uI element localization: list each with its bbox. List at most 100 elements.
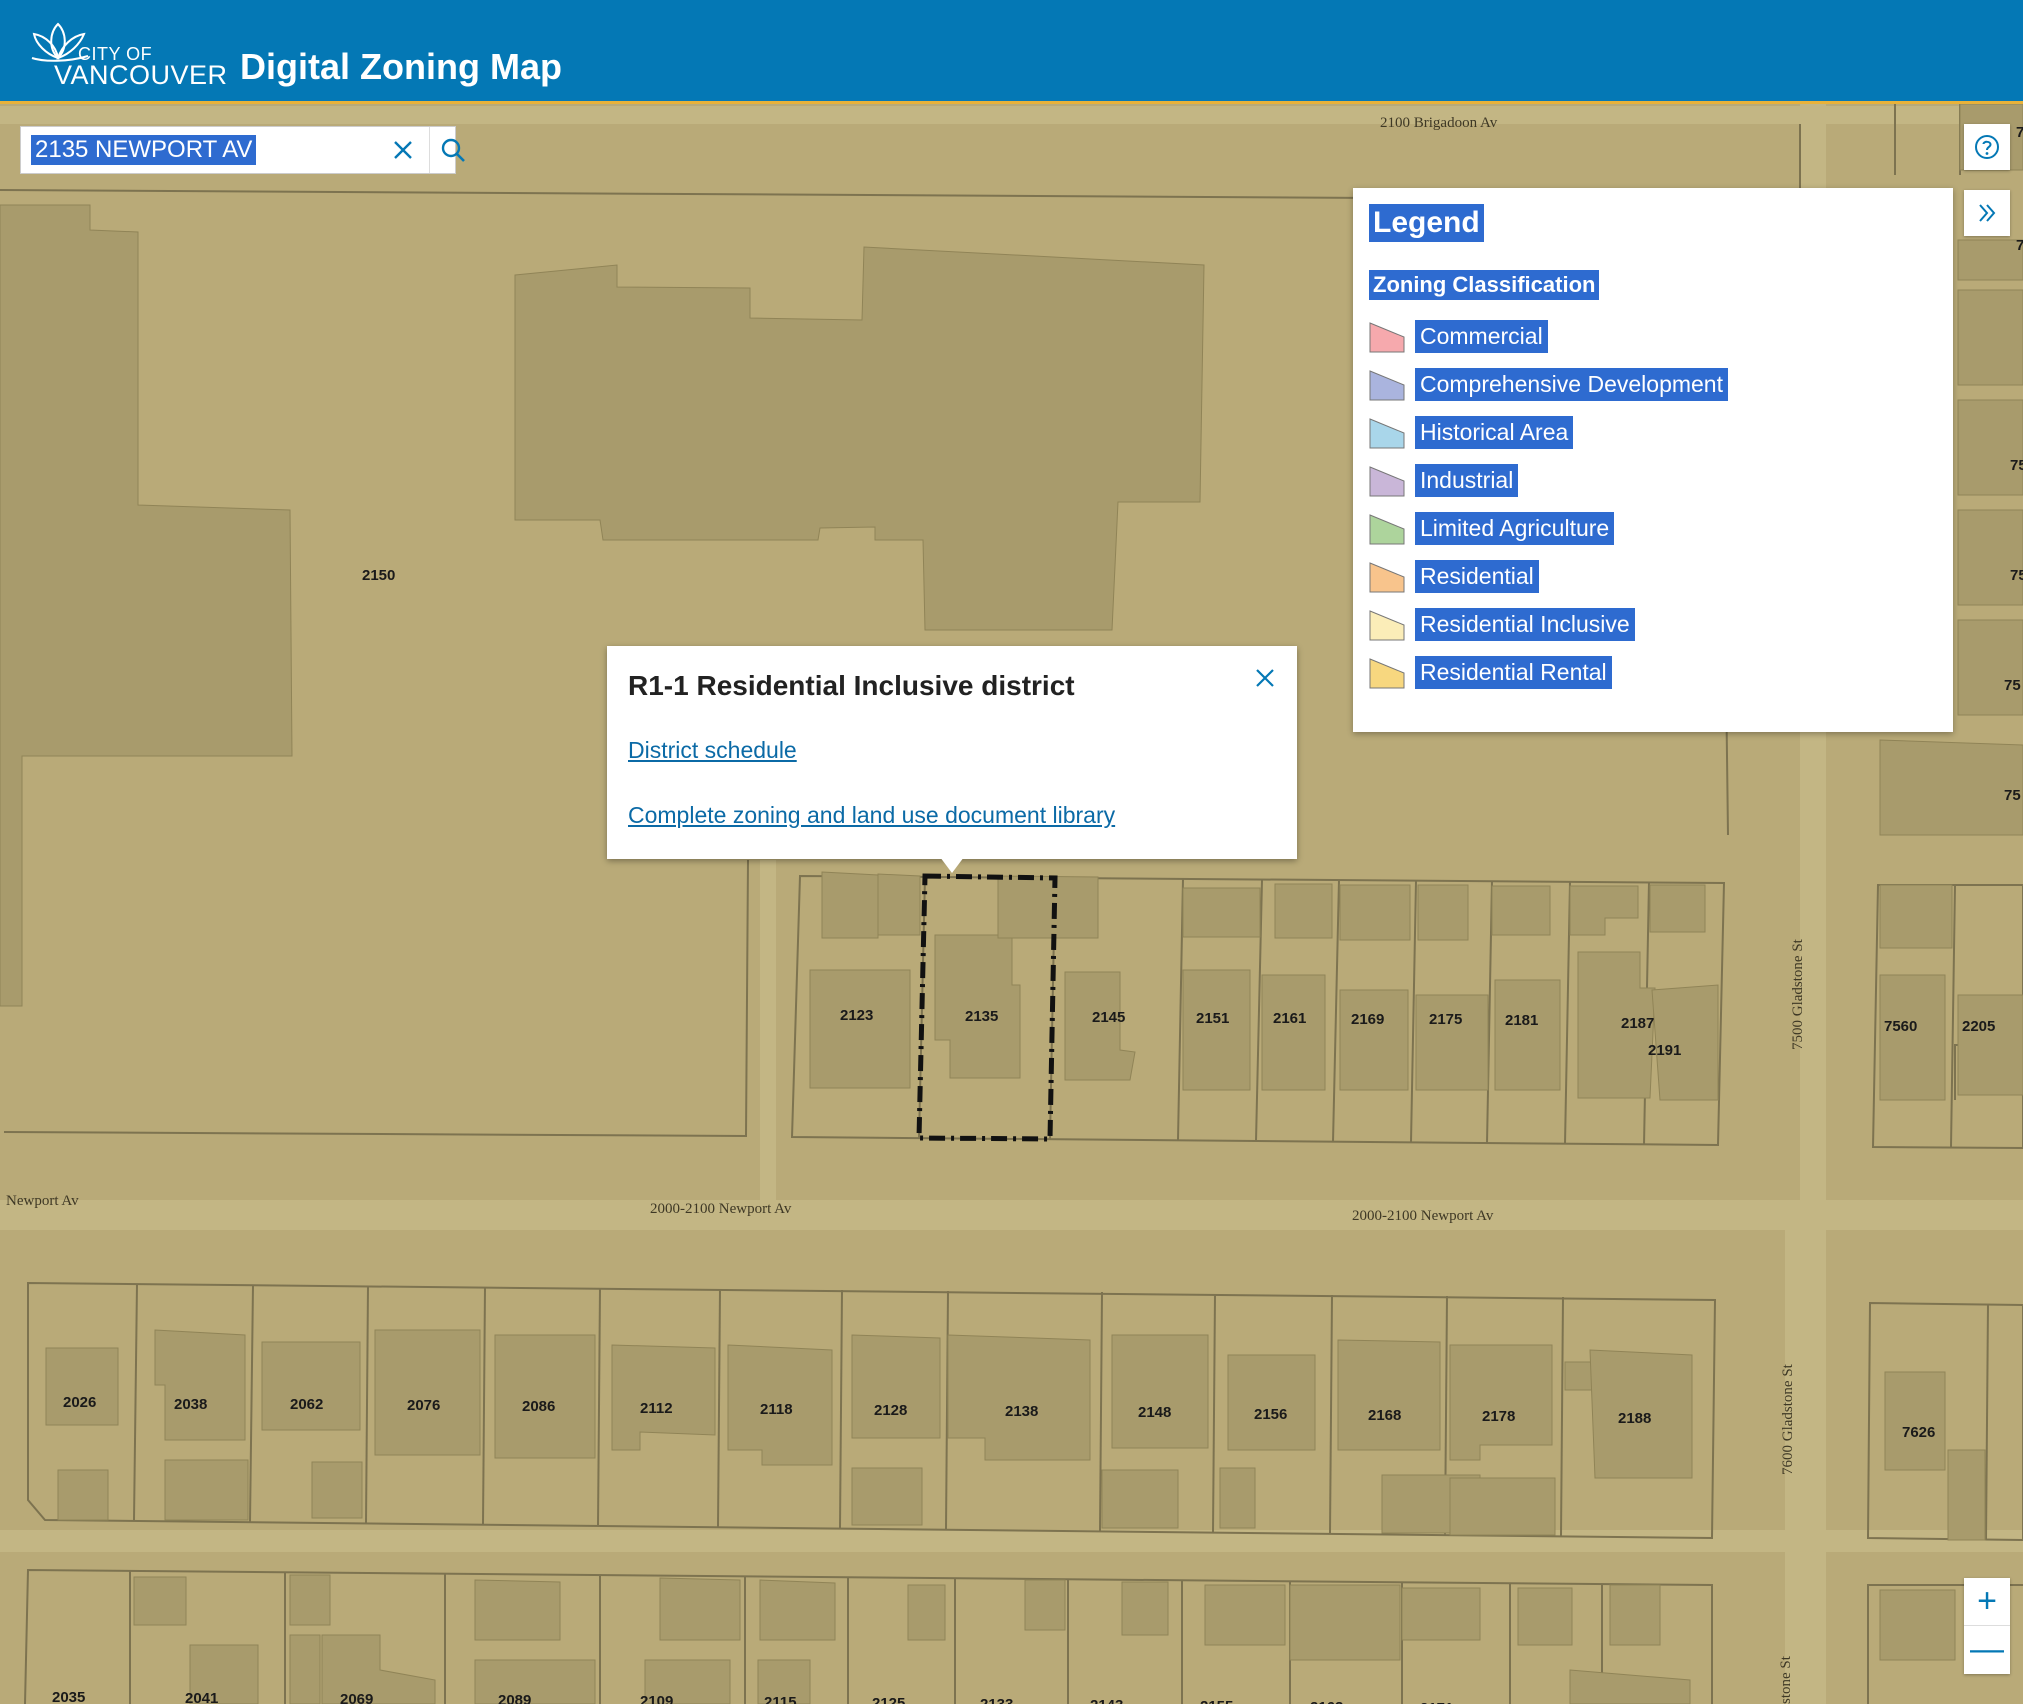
lot-number: 75 [2010, 457, 2023, 474]
lot-number: 2163 [1310, 1699, 1343, 1704]
lot-number: 2062 [290, 1396, 323, 1413]
zoning-info-popup: R1-1 Residential Inclusive district Dist… [607, 646, 1297, 859]
question-circle-icon [1975, 135, 1999, 159]
street-label-gladstone-7600: 7600 Gladstone St [1780, 1363, 1796, 1475]
legend-swatch-icon [1369, 514, 1405, 545]
lot-number: 2089 [498, 1692, 531, 1704]
search-button[interactable] [429, 127, 476, 173]
lot-number: 2155 [1200, 1698, 1233, 1704]
popup-pointer [940, 857, 964, 873]
lot-number: 2188 [1618, 1410, 1651, 1427]
legend-item: Residential Inclusive [1369, 606, 1929, 644]
legend-swatch-icon [1369, 322, 1405, 353]
document-library-link[interactable]: Complete zoning and land use document li… [628, 802, 1115, 829]
lot-number: 2128 [874, 1402, 907, 1419]
popup-title: R1-1 Residential Inclusive district [628, 670, 1075, 701]
legend-item: Limited Agriculture [1369, 510, 1929, 548]
lot-number: 7 [2016, 237, 2023, 254]
lot-number: 2026 [63, 1394, 96, 1411]
lot-number: 2112 [640, 1400, 673, 1417]
collapse-legend-button[interactable] [1964, 190, 2010, 236]
lot-number: 2115 [764, 1694, 797, 1704]
lot-number: 2038 [174, 1396, 207, 1413]
help-button[interactable] [1964, 124, 2010, 170]
lot-number: 2109 [640, 1693, 673, 1704]
lot-number: 2191 [1648, 1042, 1681, 1059]
lot-number: 2076 [407, 1397, 440, 1414]
logo-vancouver-text: VANCOUVER [54, 60, 228, 90]
legend-item: Residential [1369, 558, 1929, 596]
legend-item: Historical Area [1369, 414, 1929, 452]
zoom-out-button[interactable]: — [1964, 1626, 2010, 1673]
close-popup-button[interactable] [1247, 660, 1283, 696]
legend-item-label: Residential Inclusive [1415, 608, 1635, 641]
lot-number: 2086 [522, 1398, 555, 1415]
legend-swatch-icon [1369, 658, 1405, 689]
lot-number: 2041 [185, 1690, 218, 1704]
legend-item-label: Limited Agriculture [1415, 512, 1615, 545]
legend-swatch-icon [1369, 370, 1405, 401]
lot-number: 2135 [965, 1008, 998, 1025]
lot-number: 2148 [1138, 1404, 1171, 1421]
search-selected-text: 2135 NEWPORT AV [31, 135, 257, 165]
lot-number: 2156 [1254, 1406, 1287, 1423]
legend-title: Legend [1369, 204, 1484, 242]
city-of-vancouver-logo[interactable]: CITY OF VANCOUVER [28, 18, 227, 90]
close-icon [1256, 669, 1274, 687]
lot-number: 7626 [1902, 1424, 1935, 1441]
lot-number: 2143 [1090, 1697, 1123, 1704]
lot-number: 75 [2004, 677, 2021, 694]
legend-swatch-icon [1369, 418, 1405, 449]
lot-number: 2169 [1351, 1011, 1384, 1028]
lot-number: 2171 [1420, 1700, 1453, 1704]
lot-number: 2205 [1962, 1018, 1995, 1035]
legend-swatch-icon [1369, 466, 1405, 497]
legend-item: Industrial [1369, 462, 1929, 500]
search-icon [441, 138, 465, 162]
zoom-controls: + — [1964, 1578, 2010, 1674]
street-label-newport-right: 2000-2100 Newport Av [1352, 1208, 1494, 1224]
lot-number: 2175 [1429, 1011, 1462, 1028]
street-label-newport-mid: 2000-2100 Newport Av [650, 1201, 792, 1217]
legend-item: Commercial [1369, 318, 1929, 356]
legend-item-label: Historical Area [1415, 416, 1574, 449]
lot-number: 7 [2016, 124, 2023, 141]
app-title: Digital Zoning Map [240, 46, 562, 87]
lot-number: 7560 [1884, 1018, 1917, 1035]
lot-number: 2181 [1505, 1012, 1538, 1029]
legend-item-label: Comprehensive Development [1415, 368, 1728, 401]
lot-number: 2035 [52, 1689, 85, 1704]
clear-search-button[interactable] [381, 127, 425, 173]
lot-number: 2168 [1368, 1407, 1401, 1424]
legend-item-label: Residential Rental [1415, 656, 1612, 689]
double-chevron-right-icon [1979, 204, 1996, 222]
legend-item-label: Residential [1415, 560, 1539, 593]
zoom-in-button[interactable]: + [1964, 1578, 2010, 1626]
lot-number: 2125 [872, 1695, 905, 1704]
legend-item-label: Industrial [1415, 464, 1519, 497]
district-schedule-link[interactable]: District schedule [628, 737, 797, 764]
lot-number: 2133 [980, 1696, 1013, 1704]
street-label-brigadoon: 2100 Brigadoon Av [1380, 115, 1498, 131]
lot-number: 75 [2004, 787, 2021, 804]
app-header: CITY OF VANCOUVER Digital Zoning Map [0, 0, 2023, 104]
lot-number: 2178 [1482, 1408, 1515, 1425]
street-label-newport-left: Newport Av [6, 1193, 79, 1209]
legend-item: Comprehensive Development [1369, 366, 1929, 404]
lot-number: 2145 [1092, 1009, 1125, 1026]
street-label-gladstone-bottom: stone St [1778, 1655, 1794, 1704]
close-icon [394, 141, 412, 159]
legend-item: Residential Rental [1369, 654, 1929, 692]
lot-number: 75 [2010, 567, 2023, 584]
legend-swatch-icon [1369, 610, 1405, 641]
lot-number: 2138 [1005, 1403, 1038, 1420]
legend-swatch-icon [1369, 562, 1405, 593]
legend-item-label: Commercial [1415, 320, 1548, 353]
address-search-box: 2135 NEWPORT AV [20, 126, 465, 174]
legend-panel: Legend Zoning Classification Commercial C… [1353, 188, 1953, 732]
lot-number: 2069 [340, 1691, 373, 1704]
lot-number: 2123 [840, 1007, 873, 1024]
lot-number: 2187 [1621, 1015, 1654, 1032]
street-label-gladstone-7500: 7500 Gladstone St [1790, 938, 1806, 1050]
lot-number: 2118 [760, 1401, 793, 1418]
